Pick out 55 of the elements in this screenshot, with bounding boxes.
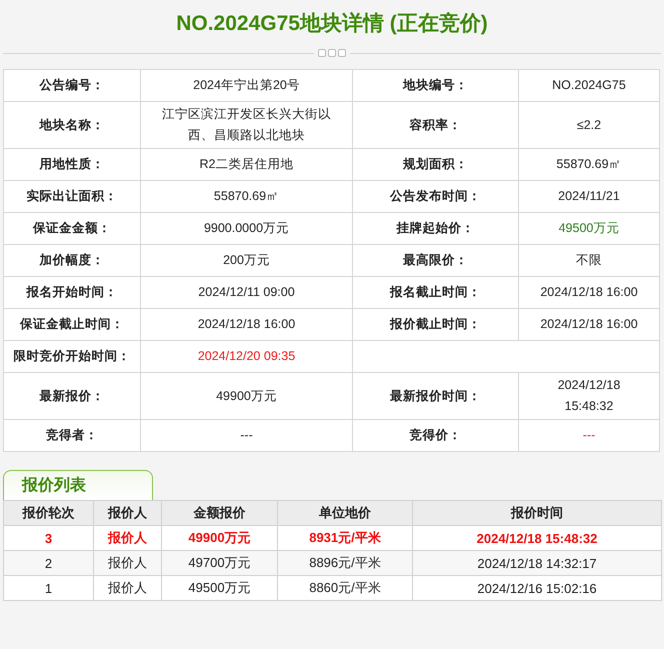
field-value: 200万元 bbox=[140, 244, 352, 276]
field-label: 限时竞价开始时间： bbox=[4, 340, 140, 372]
table-cell: 8860元/平米 bbox=[278, 576, 412, 600]
field-label: 规划面积： bbox=[352, 148, 518, 180]
field-value: 不限 bbox=[518, 244, 660, 276]
field-label: 实际出让面积： bbox=[4, 180, 140, 212]
table-cell: 2024/12/16 15:02:16 bbox=[412, 576, 662, 600]
table-cell: 1 bbox=[4, 576, 94, 600]
table-cell: 49500万元 bbox=[162, 576, 278, 600]
field-value: 江宁区滨江开发区长兴大街以西、昌顺路以北地块 bbox=[140, 102, 352, 148]
field-label: 地块编号： bbox=[352, 70, 518, 102]
field-label: 公告编号： bbox=[4, 70, 140, 102]
field-value: 2024年宁出第20号 bbox=[140, 70, 352, 102]
field-label: 最新报价时间： bbox=[352, 372, 518, 420]
field-label: 最新报价： bbox=[4, 372, 140, 420]
field-value: 2024/12/18 16:00 bbox=[140, 308, 352, 340]
field-value: 2024/12/18 15:48:32 bbox=[518, 372, 660, 420]
field-value: --- bbox=[518, 420, 660, 452]
column-header: 报价人 bbox=[94, 500, 162, 526]
field-value: 2024/12/18 16:00 bbox=[518, 308, 660, 340]
field-label: 挂牌起始价： bbox=[352, 212, 518, 244]
field-label: 保证金金额： bbox=[4, 212, 140, 244]
field-label: 加价幅度： bbox=[4, 244, 140, 276]
field-value: 55870.69㎡ bbox=[518, 148, 660, 180]
column-header: 报价时间 bbox=[412, 500, 662, 526]
field-value: 49900万元 bbox=[140, 372, 352, 420]
field-value: NO.2024G75 bbox=[518, 70, 660, 102]
field-value: 2024/12/20 09:35 bbox=[140, 340, 352, 372]
field-label: 用地性质： bbox=[4, 148, 140, 180]
table-cell: 报价人 bbox=[94, 576, 162, 600]
ornament-icon bbox=[318, 49, 346, 57]
column-header: 报价轮次 bbox=[4, 500, 94, 526]
field-value: 9900.0000万元 bbox=[140, 212, 352, 244]
field-value: 55870.69㎡ bbox=[140, 180, 352, 212]
field-label: 报价截止时间： bbox=[352, 308, 518, 340]
column-header: 单位地价 bbox=[278, 500, 412, 526]
page-title: NO.2024G75地块详情 (正在竞价) bbox=[175, 10, 489, 37]
field-value: 49500万元 bbox=[518, 212, 660, 244]
bid-list-tab[interactable]: 报价列表 bbox=[3, 470, 153, 500]
field-value: 2024/11/21 bbox=[518, 180, 660, 212]
field-value: 2024/12/11 09:00 bbox=[140, 276, 352, 308]
field-label: 报名截止时间： bbox=[352, 276, 518, 308]
field-label: 容积率： bbox=[352, 102, 518, 148]
field-value: ≤2.2 bbox=[518, 102, 660, 148]
field-value: 2024/12/18 16:00 bbox=[518, 276, 660, 308]
field-label: 地块名称： bbox=[4, 102, 140, 148]
field-value: R2二类居住用地 bbox=[140, 148, 352, 180]
field-label: 竞得价： bbox=[352, 420, 518, 452]
field-label: 竞得者： bbox=[4, 420, 140, 452]
field-label: 最高限价： bbox=[352, 244, 518, 276]
column-header: 金额报价 bbox=[162, 500, 278, 526]
field-label: 保证金截止时间： bbox=[4, 308, 140, 340]
field-label: 报名开始时间： bbox=[4, 276, 140, 308]
field-value: --- bbox=[140, 420, 352, 452]
field-label: 公告发布时间： bbox=[352, 180, 518, 212]
